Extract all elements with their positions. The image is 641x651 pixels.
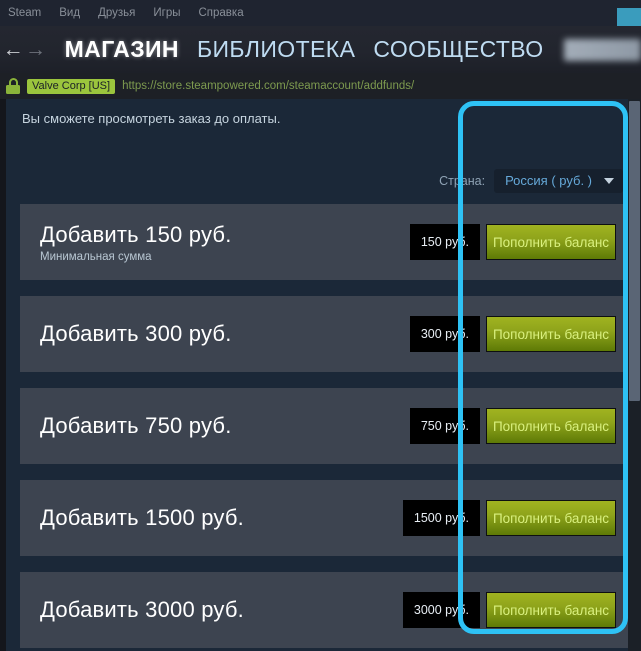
menu-item-friends[interactable]: Друзья xyxy=(98,0,135,26)
nav-link-library[interactable]: БИБЛИОТЕКА xyxy=(197,36,355,63)
menu-item-steam[interactable]: Steam xyxy=(8,0,41,26)
steam-client-window: Steam Вид Друзья Игры Справка ← → МАГАЗИ… xyxy=(0,0,641,651)
country-selector-row: Страна: Россия ( руб. ) xyxy=(439,169,623,193)
order-notice-text: Вы сможете просмотреть заказ до оплаты. xyxy=(22,111,281,126)
top-up-button[interactable]: Пополнить баланс xyxy=(486,500,616,536)
vertical-scrollbar-track[interactable] xyxy=(628,99,641,651)
fund-title: Добавить 300 руб. xyxy=(40,321,232,346)
fund-text-group: Добавить 1500 руб. xyxy=(20,505,403,531)
menu-item-view[interactable]: Вид xyxy=(59,0,80,26)
fund-title: Добавить 3000 руб. xyxy=(40,597,244,622)
country-select[interactable]: Россия ( руб. ) xyxy=(494,169,623,193)
fund-subtitle: Минимальная сумма xyxy=(40,250,152,263)
fund-price-badge: 3000 руб. xyxy=(402,592,480,628)
fund-text-group: Добавить 750 руб. xyxy=(20,413,410,439)
fund-price-badge: 1500 руб. xyxy=(402,500,480,536)
top-up-button[interactable]: Пополнить баланс xyxy=(486,316,616,352)
fund-price-badge: 750 руб. xyxy=(409,408,480,444)
chevron-down-icon xyxy=(604,177,614,184)
page-content: Вы сможете просмотреть заказ до оплаты. … xyxy=(0,99,641,651)
forward-arrow-icon[interactable]: → xyxy=(24,26,46,73)
fund-text-group: Добавить 300 руб. xyxy=(20,321,410,347)
navigation-bar: ← → МАГАЗИН БИБЛИОТЕКА СООБЩЕСТВО xyxy=(0,26,641,73)
menu-item-games[interactable]: Игры xyxy=(153,0,180,26)
fund-row[interactable]: Добавить 1500 руб. 1500 руб. Пополнить б… xyxy=(20,480,628,556)
vertical-scrollbar-thumb[interactable] xyxy=(629,101,640,401)
fund-row[interactable]: Добавить 300 руб. 300 руб. Пополнить бал… xyxy=(20,296,628,372)
top-up-button[interactable]: Пополнить баланс xyxy=(486,408,616,444)
nav-link-community[interactable]: СООБЩЕСТВО xyxy=(373,36,543,63)
menu-item-help[interactable]: Справка xyxy=(198,0,243,26)
fund-price-badge: 150 руб. xyxy=(409,224,480,260)
lock-icon xyxy=(6,78,20,94)
back-arrow-icon[interactable]: ← xyxy=(2,26,24,73)
top-up-button[interactable]: Пополнить баланс xyxy=(486,592,616,628)
fund-title: Добавить 1500 руб. xyxy=(40,505,244,530)
fund-row[interactable]: Добавить 750 руб. 750 руб. Пополнить бал… xyxy=(20,388,628,464)
fund-text-group: Добавить 150 руб. Минимальная сумма xyxy=(20,222,410,263)
fund-row[interactable]: Добавить 3000 руб. 3000 руб. Пополнить б… xyxy=(20,572,628,648)
url-text[interactable]: https://store.steampowered.com/steamacco… xyxy=(122,80,414,92)
country-selected-value: Россия ( руб. ) xyxy=(505,173,592,188)
add-funds-list: Добавить 150 руб. Минимальная сумма 150 … xyxy=(20,204,628,651)
nav-link-username-blurred[interactable] xyxy=(563,38,641,61)
fund-row[interactable]: Добавить 150 руб. Минимальная сумма 150 … xyxy=(20,204,628,280)
country-label: Страна: xyxy=(439,174,486,188)
ev-certificate-badge: Valve Corp [US] xyxy=(27,78,116,94)
fund-price-badge: 300 руб. xyxy=(409,316,480,352)
fund-title: Добавить 150 руб. xyxy=(40,221,232,247)
nav-link-store[interactable]: МАГАЗИН xyxy=(65,36,179,63)
fund-text-group: Добавить 3000 руб. xyxy=(20,597,403,623)
fund-title: Добавить 750 руб. xyxy=(40,413,232,438)
url-bar: Valve Corp [US] https://store.steampower… xyxy=(0,73,641,99)
menu-bar: Steam Вид Друзья Игры Справка xyxy=(0,0,641,33)
top-up-button[interactable]: Пополнить баланс xyxy=(486,224,616,260)
